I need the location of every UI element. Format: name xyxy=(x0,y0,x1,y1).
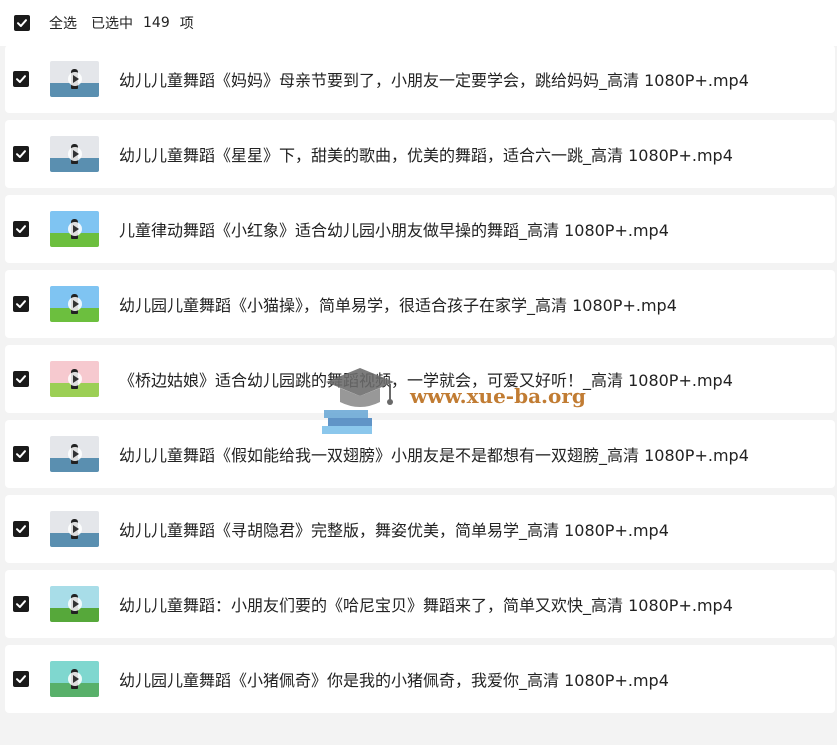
file-row[interactable]: 《桥边姑娘》适合幼儿园跳的舞蹈视频，一学就会，可爱又好听！_高清 1080P+.… xyxy=(5,345,835,413)
file-checkbox[interactable] xyxy=(13,446,29,462)
file-row[interactable]: 幼儿儿童舞蹈：小朋友们要的《哈尼宝贝》舞蹈来了，简单又欢快_高清 1080P+.… xyxy=(5,570,835,638)
video-thumbnail xyxy=(50,436,99,472)
checkmark-icon xyxy=(16,600,26,608)
checkmark-icon xyxy=(16,675,26,683)
file-row[interactable]: 幼儿儿童舞蹈《妈妈》母亲节要到了，小朋友一定要学会，跳给妈妈_高清 1080P+… xyxy=(5,45,835,113)
file-row[interactable]: 幼儿儿童舞蹈《假如能给我一双翅膀》小朋友是不是都想有一双翅膀_高清 1080P+… xyxy=(5,420,835,488)
checkmark-icon xyxy=(16,75,26,83)
file-name: 幼儿园儿童舞蹈《小猪佩奇》你是我的小猪佩奇，我爱你_高清 1080P+.mp4 xyxy=(119,671,669,690)
checkmark-icon xyxy=(17,19,27,27)
file-checkbox[interactable] xyxy=(13,596,29,612)
file-name: 幼儿儿童舞蹈《星星》下，甜美的歌曲，优美的舞蹈，适合六一跳_高清 1080P+.… xyxy=(119,146,733,165)
play-icon xyxy=(67,372,82,386)
file-row[interactable]: 儿童律动舞蹈《小红象》适合幼儿园小朋友做早操的舞蹈_高清 1080P+.mp4 xyxy=(5,195,835,263)
file-checkbox[interactable] xyxy=(13,521,29,537)
checkmark-icon xyxy=(16,150,26,158)
play-icon xyxy=(67,447,82,461)
file-name: 幼儿儿童舞蹈《假如能给我一双翅膀》小朋友是不是都想有一双翅膀_高清 1080P+… xyxy=(119,446,749,465)
checkmark-icon xyxy=(16,525,26,533)
video-thumbnail xyxy=(50,136,99,172)
file-row[interactable]: 幼儿儿童舞蹈《星星》下，甜美的歌曲，优美的舞蹈，适合六一跳_高清 1080P+.… xyxy=(5,120,835,188)
play-icon xyxy=(67,672,82,686)
file-checkbox[interactable] xyxy=(13,296,29,312)
video-thumbnail xyxy=(50,361,99,397)
file-checkbox[interactable] xyxy=(13,671,29,687)
video-thumbnail xyxy=(50,586,99,622)
play-icon xyxy=(67,297,82,311)
checkmark-icon xyxy=(16,300,26,308)
video-thumbnail xyxy=(50,511,99,547)
select-all-checkbox[interactable] xyxy=(14,15,30,31)
file-name: 幼儿儿童舞蹈《妈妈》母亲节要到了，小朋友一定要学会，跳给妈妈_高清 1080P+… xyxy=(119,71,749,90)
file-row[interactable]: 幼儿园儿童舞蹈《小猫操》，简单易学，很适合孩子在家学_高清 1080P+.mp4 xyxy=(5,270,835,338)
video-thumbnail xyxy=(50,661,99,697)
selected-label: 已选中 xyxy=(91,16,133,32)
file-name: 《桥边姑娘》适合幼儿园跳的舞蹈视频，一学就会，可爱又好听！_高清 1080P+.… xyxy=(119,371,733,390)
checkmark-icon xyxy=(16,450,26,458)
file-checkbox[interactable] xyxy=(13,146,29,162)
file-name: 幼儿儿童舞蹈《寻胡隐君》完整版，舞姿优美，简单易学_高清 1080P+.mp4 xyxy=(119,521,669,540)
file-checkbox[interactable] xyxy=(13,371,29,387)
video-thumbnail xyxy=(50,61,99,97)
checkmark-icon xyxy=(16,225,26,233)
video-thumbnail xyxy=(50,211,99,247)
checkmark-icon xyxy=(16,375,26,383)
file-checkbox[interactable] xyxy=(13,71,29,87)
file-name: 幼儿园儿童舞蹈《小猫操》，简单易学，很适合孩子在家学_高清 1080P+.mp4 xyxy=(119,296,677,315)
video-thumbnail xyxy=(50,286,99,322)
select-all-label[interactable]: 全选 xyxy=(49,13,77,33)
play-icon xyxy=(67,222,82,236)
play-icon xyxy=(67,72,82,86)
file-row[interactable]: 幼儿园儿童舞蹈《小猪佩奇》你是我的小猪佩奇，我爱你_高清 1080P+.mp4 xyxy=(5,645,835,713)
file-checkbox[interactable] xyxy=(13,221,29,237)
selected-count: 149 xyxy=(143,15,170,31)
file-name: 幼儿儿童舞蹈：小朋友们要的《哈尼宝贝》舞蹈来了，简单又欢快_高清 1080P+.… xyxy=(119,596,733,615)
file-name: 儿童律动舞蹈《小红象》适合幼儿园小朋友做早操的舞蹈_高清 1080P+.mp4 xyxy=(119,221,669,240)
selection-header: 全选 已选中 149 项 xyxy=(0,0,837,46)
selected-unit: 项 xyxy=(179,16,194,32)
play-icon xyxy=(67,147,82,161)
play-icon xyxy=(67,522,82,536)
play-icon xyxy=(67,597,82,611)
file-row[interactable]: 幼儿儿童舞蹈《寻胡隐君》完整版，舞姿优美，简单易学_高清 1080P+.mp4 xyxy=(5,495,835,563)
